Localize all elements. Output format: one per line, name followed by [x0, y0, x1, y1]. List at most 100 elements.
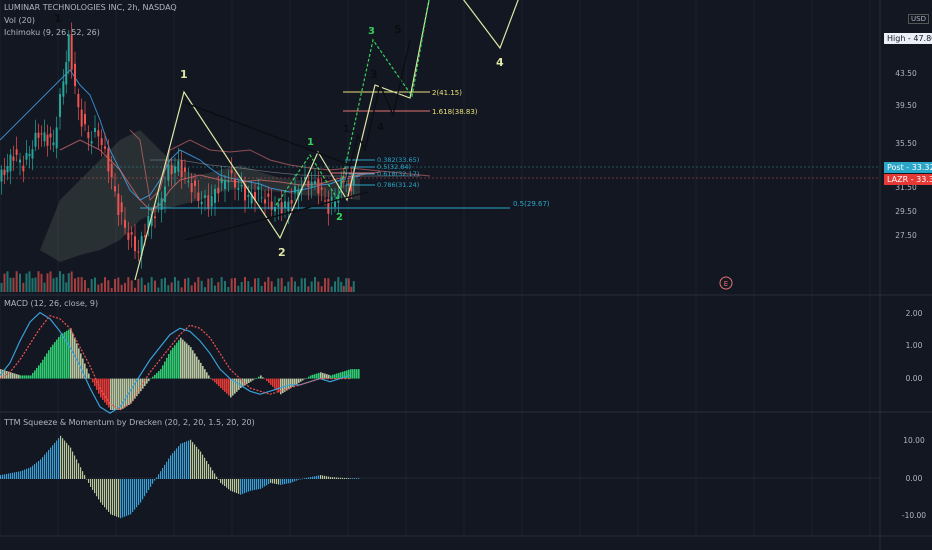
ttm-bar: [30, 467, 32, 479]
candle-body: [97, 130, 100, 137]
ttm-bar: [80, 467, 82, 479]
ttm-bar: [64, 440, 66, 479]
ttm-bar: [344, 477, 346, 479]
macd-hist-bar: [52, 344, 54, 379]
volume-bar: [294, 281, 296, 292]
macd-hist-bar: [36, 367, 38, 379]
ttm-bar: [72, 451, 74, 479]
ttm-bar: [226, 479, 228, 488]
candle-body: [137, 251, 140, 253]
ttm-bar: [280, 479, 282, 485]
macd-hist-bar: [246, 378, 248, 385]
macd-hist-bar: [312, 374, 314, 379]
ttm-bar: [254, 479, 256, 490]
macd-hist-bar: [350, 369, 352, 379]
candle-body: [194, 180, 196, 187]
macd-hist-bar: [172, 347, 174, 379]
ttm-bar: [180, 443, 182, 479]
candle-body: [157, 202, 160, 206]
ttm-bar: [206, 460, 208, 479]
ttm-bar: [196, 446, 198, 479]
macd-hist-bar: [154, 374, 156, 379]
ttm-bar: [288, 479, 290, 484]
candle-body: [15, 149, 18, 155]
wave-label-4-pale: 4: [496, 56, 504, 69]
candle-body: [52, 142, 55, 146]
macd-hist-bar: [206, 372, 208, 379]
ttm-bar: [164, 464, 166, 479]
last-price-badge: LAZR - 33.37: [884, 174, 932, 185]
wave-label-1-green: 1: [307, 137, 314, 148]
volume-bar: [114, 279, 116, 292]
candle-body: [40, 133, 43, 135]
volume-bar: [167, 285, 170, 292]
macd-hist-bar: [292, 378, 294, 387]
macd-hist-bar: [44, 356, 46, 379]
volume-bar: [304, 278, 306, 292]
ttm-bar: [310, 477, 312, 479]
volume-bar: [117, 277, 120, 292]
candle-body: [84, 113, 86, 125]
macd-hist-bar: [228, 378, 230, 396]
ttm-bar: [278, 479, 280, 485]
volume-indicator-label[interactable]: Vol (20): [4, 16, 35, 25]
macd-hist-bar: [166, 357, 168, 379]
ttm-bar: [110, 479, 112, 515]
candle-body: [104, 146, 106, 149]
volume-bar: [104, 277, 106, 292]
volume-bar: [194, 282, 196, 292]
ttm-bar: [300, 479, 302, 480]
macd-hist-bar: [266, 378, 268, 382]
macd-hist-bar: [204, 369, 206, 379]
ttm-bar: [170, 455, 172, 479]
ttm-bar: [28, 468, 30, 479]
macd-hist-bar: [316, 373, 318, 379]
ttm-bar: [60, 435, 62, 479]
ttm-bar: [8, 473, 10, 479]
chart-background: [0, 0, 932, 550]
macd-hist-bar: [262, 377, 264, 379]
ttm-bar: [198, 449, 200, 479]
ttm-indicator-label[interactable]: TTM Squeeze & Momentum by Drecken (20, 2…: [4, 418, 255, 427]
volume-bar: [327, 278, 330, 292]
ttm-bar: [66, 442, 68, 479]
candle-body: [257, 186, 260, 190]
macd-hist-bar: [236, 378, 238, 392]
ttm-bar: [116, 479, 118, 517]
post-price-badge: Post - 33.32: [884, 162, 932, 173]
macd-hist-bar: [92, 378, 94, 383]
ttm-bar: [296, 479, 298, 481]
macd-hist-bar: [62, 333, 64, 379]
ttm-bar: [228, 479, 230, 490]
currency-label: USD: [908, 14, 929, 24]
macd-hist-bar: [338, 372, 340, 379]
ttm-bar: [346, 478, 348, 479]
candle-body: [134, 236, 136, 252]
fib-ext-2-label: 2(41.15): [432, 89, 462, 97]
volume-bar: [130, 280, 133, 292]
macd-hist-bar: [260, 375, 262, 379]
ttm-bar: [112, 479, 114, 516]
volume-bar: [97, 284, 100, 292]
macd-hist-bar: [288, 378, 290, 390]
volume-bar: [43, 282, 46, 292]
candle-body: [197, 192, 200, 201]
macd-hist-bar: [268, 378, 270, 383]
volume-bar: [59, 271, 61, 292]
candle-body: [37, 132, 40, 138]
macd-indicator-label[interactable]: MACD (12, 26, close, 9): [4, 299, 98, 308]
volume-bar: [307, 286, 310, 292]
macd-hist-bar: [192, 350, 194, 379]
candle-body: [287, 201, 290, 212]
wave-label-4-dark: 4: [377, 122, 384, 133]
volume-bar: [237, 285, 240, 292]
candle-body: [184, 167, 186, 172]
chart-canvas[interactable]: 2(41.15) 1.618(38.83) 0.382(33.65) 0.5(3…: [0, 0, 932, 550]
macd-hist-bar: [198, 359, 200, 379]
candle-body: [227, 180, 230, 183]
macd-hist-bar: [18, 374, 20, 379]
ttm-bar: [50, 447, 52, 479]
candle-body: [217, 187, 220, 194]
macd-hist-bar: [270, 378, 272, 385]
ichimoku-indicator-label[interactable]: Ichimoku (9, 26, 52, 26): [4, 28, 100, 37]
